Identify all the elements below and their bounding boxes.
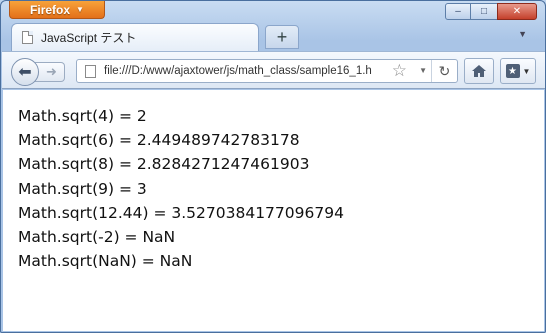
- back-arrow-icon: ⬅: [18, 64, 32, 81]
- tab-list-button[interactable]: ▼: [518, 29, 527, 39]
- maximize-icon: □: [480, 6, 488, 17]
- back-button[interactable]: ⬅: [11, 58, 39, 86]
- window-caption-buttons: – □ ✕: [445, 3, 537, 20]
- chevron-down-icon: ▼: [518, 29, 527, 39]
- forward-button[interactable]: ➜: [35, 62, 65, 82]
- bookmarks-button[interactable]: ★ ▼: [500, 58, 536, 84]
- home-button[interactable]: [464, 58, 494, 84]
- output-line: Math.sqrt(8) = 2.8284271247461903: [18, 155, 310, 174]
- reload-button[interactable]: ↻: [431, 60, 457, 82]
- home-icon: [472, 65, 486, 77]
- tab-title: JavaScript テスト: [41, 31, 137, 45]
- chevron-down-icon: ▼: [76, 5, 84, 14]
- close-button[interactable]: ✕: [497, 3, 537, 20]
- plus-icon: +: [276, 26, 288, 47]
- maximize-button[interactable]: □: [471, 3, 497, 20]
- tab-javascript-test[interactable]: JavaScript テスト: [11, 23, 259, 51]
- output-line: Math.sqrt(NaN) = NaN: [18, 252, 193, 271]
- bookmarks-icon: ★: [505, 64, 520, 78]
- minimize-button[interactable]: –: [445, 3, 471, 20]
- firefox-menu-label: Firefox: [30, 2, 71, 17]
- close-icon: ✕: [512, 6, 522, 17]
- output-line: Math.sqrt(4) = 2: [18, 107, 147, 125]
- address-bar[interactable]: file:///D:/www/ajaxtower/js/math_class/s…: [76, 59, 458, 83]
- output-line: Math.sqrt(9) = 3: [18, 179, 147, 198]
- output-line: Math.sqrt(12.44) = 3.5270384177096794: [18, 203, 344, 222]
- star-icon[interactable]: ☆: [392, 61, 407, 81]
- browser-window: Firefox ▼ – □ ✕ JavaScript テスト + ▼ ➜ ⬅ f…: [0, 0, 546, 333]
- firefox-menu-button[interactable]: Firefox ▼: [9, 1, 105, 19]
- forward-arrow-icon: ➜: [46, 64, 57, 79]
- output-line: Math.sqrt(-2) = NaN: [18, 227, 176, 246]
- page-icon: [22, 31, 33, 44]
- page-content: Math.sqrt(4) = 2 Math.sqrt(6) = 2.449489…: [3, 90, 544, 331]
- navigation-toolbar: ➜ ⬅ file:///D:/www/ajaxtower/js/math_cla…: [2, 51, 545, 89]
- history-dropdown-icon[interactable]: ▼: [419, 66, 427, 75]
- new-tab-button[interactable]: +: [265, 25, 299, 49]
- tab-bar: JavaScript テスト + ▼: [1, 21, 545, 51]
- reload-icon: ↻: [438, 62, 451, 79]
- minimize-icon: –: [455, 6, 461, 17]
- back-forward-group: ➜ ⬅: [11, 58, 71, 86]
- url-input[interactable]: file:///D:/www/ajaxtower/js/math_class/s…: [104, 65, 396, 77]
- output-line: Math.sqrt(6) = 2.449489742783178: [18, 131, 300, 150]
- page-icon: [85, 64, 96, 78]
- chevron-down-icon: ▼: [522, 66, 531, 76]
